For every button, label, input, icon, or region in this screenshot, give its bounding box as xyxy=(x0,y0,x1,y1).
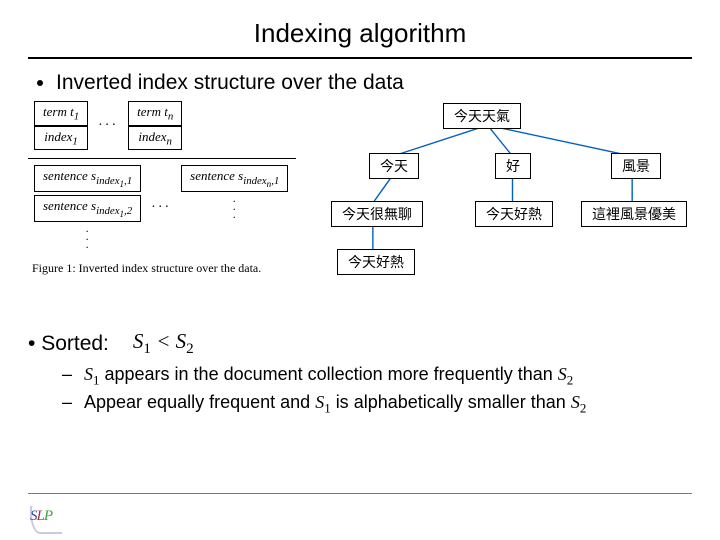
sorted-sub-2: Appear equally frequent and S1 is alphab… xyxy=(84,392,692,417)
tree-node: 今天好熱 xyxy=(337,249,415,275)
tree-node: 今天好熱 xyxy=(475,201,553,227)
figure-inverted-index: term t1 index1 ··· term tn indexn senten… xyxy=(28,101,313,276)
title-divider xyxy=(28,57,692,59)
figure-caption: Figure 1: Inverted index structure over … xyxy=(32,261,313,276)
slide-title: Indexing algorithm xyxy=(28,18,692,49)
figure-divider xyxy=(28,158,296,159)
tree-node: 今天 xyxy=(369,153,419,179)
example-tree: 今天天氣 今天 好 風景 今天很無聊 今天好熱 這裡風景優美 今天好熱 xyxy=(323,101,692,311)
dots-vertical: ··· xyxy=(181,197,288,221)
sentence-cell: sentence sindex1,2 xyxy=(34,195,141,222)
footer-divider xyxy=(28,493,692,494)
dots-horizontal: ··· xyxy=(141,200,181,216)
tree-node: 今天很無聊 xyxy=(331,201,423,227)
term-t1: term t xyxy=(43,104,74,119)
sorted-sub-1: S1 appears in the document collection mo… xyxy=(84,364,692,389)
tree-node: 風景 xyxy=(611,153,661,179)
dots-horizontal: ··· xyxy=(88,118,128,134)
tree-root: 今天天氣 xyxy=(443,103,521,129)
index-n: index xyxy=(138,129,166,144)
slp-logo-icon: SLP xyxy=(30,508,66,532)
dots-vertical: ··· xyxy=(34,227,141,251)
index-1: index xyxy=(44,129,72,144)
sentence-cell: sentence sindexn,1 xyxy=(181,165,288,192)
term-tn: term t xyxy=(137,104,168,119)
bullet-sorted: Sorted: xyxy=(28,332,109,356)
bullet-inverted-index: Inverted index structure over the data xyxy=(56,71,692,95)
tree-node: 好 xyxy=(495,153,531,179)
sentence-cell: sentence sindex1,1 xyxy=(34,165,141,192)
sorted-condition: S1 < S2 xyxy=(133,329,194,358)
tree-node: 這裡風景優美 xyxy=(581,201,687,227)
